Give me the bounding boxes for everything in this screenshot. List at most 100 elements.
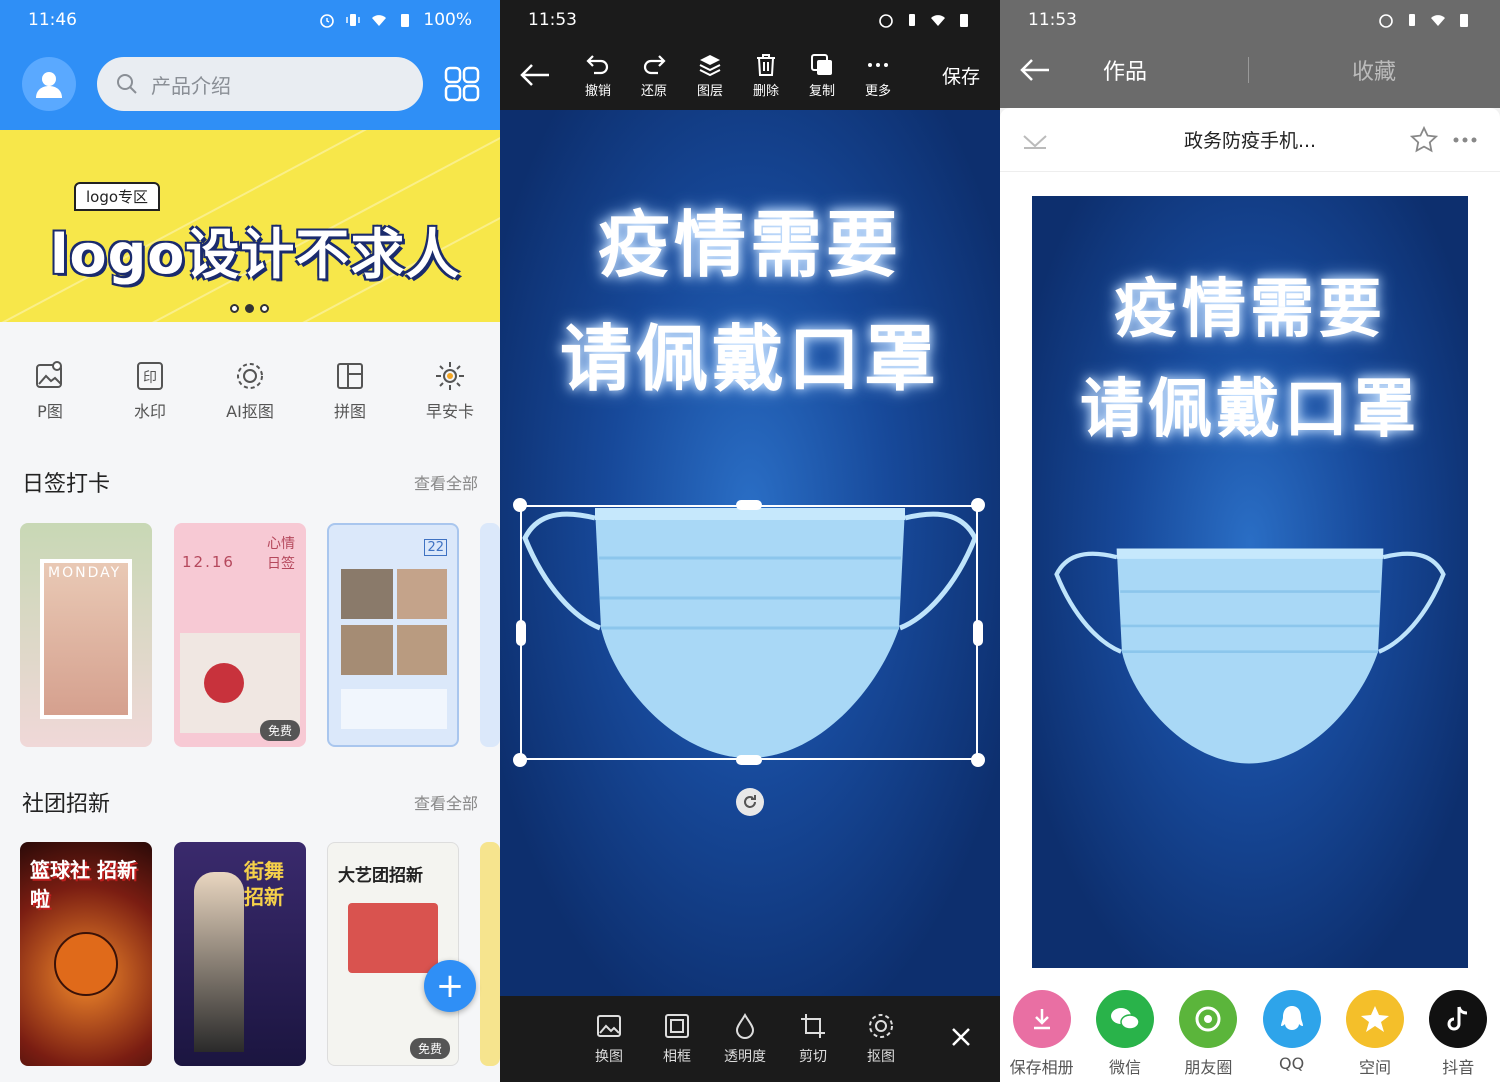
resize-handle[interactable] (736, 755, 762, 765)
resize-handle[interactable] (516, 620, 526, 646)
tool-watermark[interactable]: 印 水印 (105, 340, 195, 440)
close-button[interactable] (950, 1026, 972, 1052)
status-time: 11:53 (528, 10, 577, 30)
share-moments[interactable]: 朋友圈 (1167, 990, 1250, 1082)
copy-button[interactable]: 复制 (794, 52, 850, 99)
wifi-icon (1431, 15, 1445, 26)
svg-text:印: 印 (143, 370, 157, 386)
toolbar-label: 图层 (696, 83, 723, 99)
template-card[interactable]: MONDAY (20, 523, 152, 747)
pager-dot (230, 304, 239, 313)
share-qq[interactable]: QQ (1250, 990, 1333, 1082)
redo-button[interactable]: 还原 (626, 52, 682, 99)
rotate-icon (744, 795, 756, 808)
sun-icon (436, 362, 464, 390)
vibrate-icon (909, 14, 915, 26)
qq-icon (1262, 990, 1321, 1048)
back-button[interactable] (500, 62, 570, 88)
resize-handle[interactable] (513, 498, 527, 512)
grid-menu-icon[interactable] (444, 66, 480, 102)
resize-handle[interactable] (513, 753, 527, 767)
share-qzone[interactable]: 空间 (1333, 990, 1416, 1082)
cutout-button[interactable]: 抠图 (852, 1012, 910, 1066)
undo-button[interactable]: 撤销 (570, 52, 626, 99)
vibrate-icon (1409, 14, 1415, 26)
poster-line1[interactable]: 疫情需要 (500, 186, 1000, 291)
template-card[interactable]: 街舞 招新 (174, 842, 306, 1066)
alarm-icon (320, 14, 335, 28)
share-row: 保存相册 微信 朋友圈 QQ 空间 抖音 (1000, 990, 1500, 1082)
card-text: 大艺团招新 (338, 866, 423, 886)
view-all-link-club[interactable]: 查看全部 (414, 790, 478, 814)
tool-label: 相框 (663, 1049, 691, 1065)
back-button[interactable] (1000, 57, 1070, 83)
more-icon[interactable] (1452, 136, 1478, 144)
promo-banner[interactable]: logo专区 logo设计不求人 (0, 130, 500, 322)
template-card-partial[interactable] (480, 842, 500, 1066)
frame-icon (665, 1014, 689, 1038)
user-icon (36, 72, 62, 98)
share-label: 微信 (1108, 1058, 1141, 1077)
more-button[interactable]: 更多 (850, 52, 906, 99)
banner-tag: logo专区 (74, 182, 161, 211)
layers-button[interactable]: 图层 (682, 52, 738, 99)
poster-line2[interactable]: 请佩戴口罩 (500, 300, 1000, 405)
resize-handle[interactable] (971, 753, 985, 767)
battery-icon (1460, 14, 1468, 27)
opacity-button[interactable]: 透明度 (716, 1012, 774, 1066)
delete-button[interactable]: 删除 (738, 52, 794, 99)
crop-button[interactable]: 剪切 (784, 1012, 842, 1066)
template-card[interactable]: 12.16 心情 日签 免费 (174, 523, 306, 747)
rotate-handle[interactable] (736, 788, 764, 816)
tool-morning-card[interactable]: 早安卡 (405, 340, 495, 440)
redo-icon (643, 54, 666, 74)
free-badge: 免费 (259, 720, 300, 741)
resize-handle[interactable] (736, 500, 762, 510)
share-wechat[interactable]: 微信 (1083, 990, 1166, 1082)
search-icon (117, 74, 137, 94)
search-input[interactable]: 产品介绍 (97, 57, 423, 111)
add-button[interactable]: + (424, 960, 476, 1012)
poster-canvas[interactable]: 疫情需要 请佩戴口罩 (500, 110, 1000, 996)
replace-image-button[interactable]: 换图 (580, 1012, 638, 1066)
tool-label: 早安卡 (425, 402, 474, 421)
avatar[interactable] (22, 57, 76, 111)
sheet-header: 政务防疫手机... (1000, 108, 1500, 172)
save-button[interactable]: 保存 (942, 62, 980, 89)
trash-icon (757, 53, 775, 76)
resize-handle[interactable] (971, 498, 985, 512)
opacity-icon (735, 1012, 755, 1039)
status-time: 11:46 (28, 10, 77, 30)
share-label: QQ (1279, 1054, 1305, 1073)
qzone-icon (1345, 990, 1404, 1048)
resize-handle[interactable] (973, 620, 983, 646)
share-label: 空间 (1358, 1058, 1391, 1077)
view-all-link-daily[interactable]: 查看全部 (414, 470, 478, 494)
battery-icon (960, 14, 968, 27)
share-save-album[interactable]: 保存相册 (1000, 990, 1083, 1082)
template-card[interactable]: 篮球社 招新啦 (20, 842, 152, 1066)
poster-preview: 疫情需要 请佩戴口罩 (1032, 196, 1468, 968)
frame-button[interactable]: 相框 (648, 1012, 706, 1066)
share-douyin[interactable]: 抖音 (1417, 990, 1500, 1082)
tab-works[interactable]: 作品 (1070, 54, 1180, 86)
wifi-icon (931, 15, 945, 26)
work-title: 政务防疫手机... (1183, 130, 1317, 152)
tool-p-image[interactable]: P图 (5, 340, 95, 440)
template-card[interactable]: 大艺团招新 免费 (327, 842, 459, 1066)
template-card[interactable]: 22 (327, 523, 459, 747)
image-tools-bar: 换图 相框 透明度 剪切 抠图 (500, 996, 1000, 1082)
share-screen: 11:53 作品 收藏 政务防疫手机... 疫情需要 请佩戴口罩 保存相册 微信… (1000, 0, 1500, 1082)
tab-favorites[interactable]: 收藏 (1249, 54, 1499, 86)
wechat-icon (1095, 990, 1154, 1048)
tool-label: P图 (37, 402, 63, 421)
vibrate-icon (346, 14, 361, 26)
template-card-partial[interactable] (480, 523, 500, 747)
card-text: 12.16 (182, 553, 235, 571)
tool-ai-cutout[interactable]: AI抠图 (205, 340, 295, 440)
tool-collage[interactable]: 拼图 (305, 340, 395, 440)
collapse-chevron-icon[interactable] (1022, 132, 1048, 150)
star-icon[interactable] (1410, 126, 1438, 154)
works-tabbar: 作品 收藏 (1000, 40, 1500, 100)
tool-label: 抠图 (867, 1049, 895, 1065)
